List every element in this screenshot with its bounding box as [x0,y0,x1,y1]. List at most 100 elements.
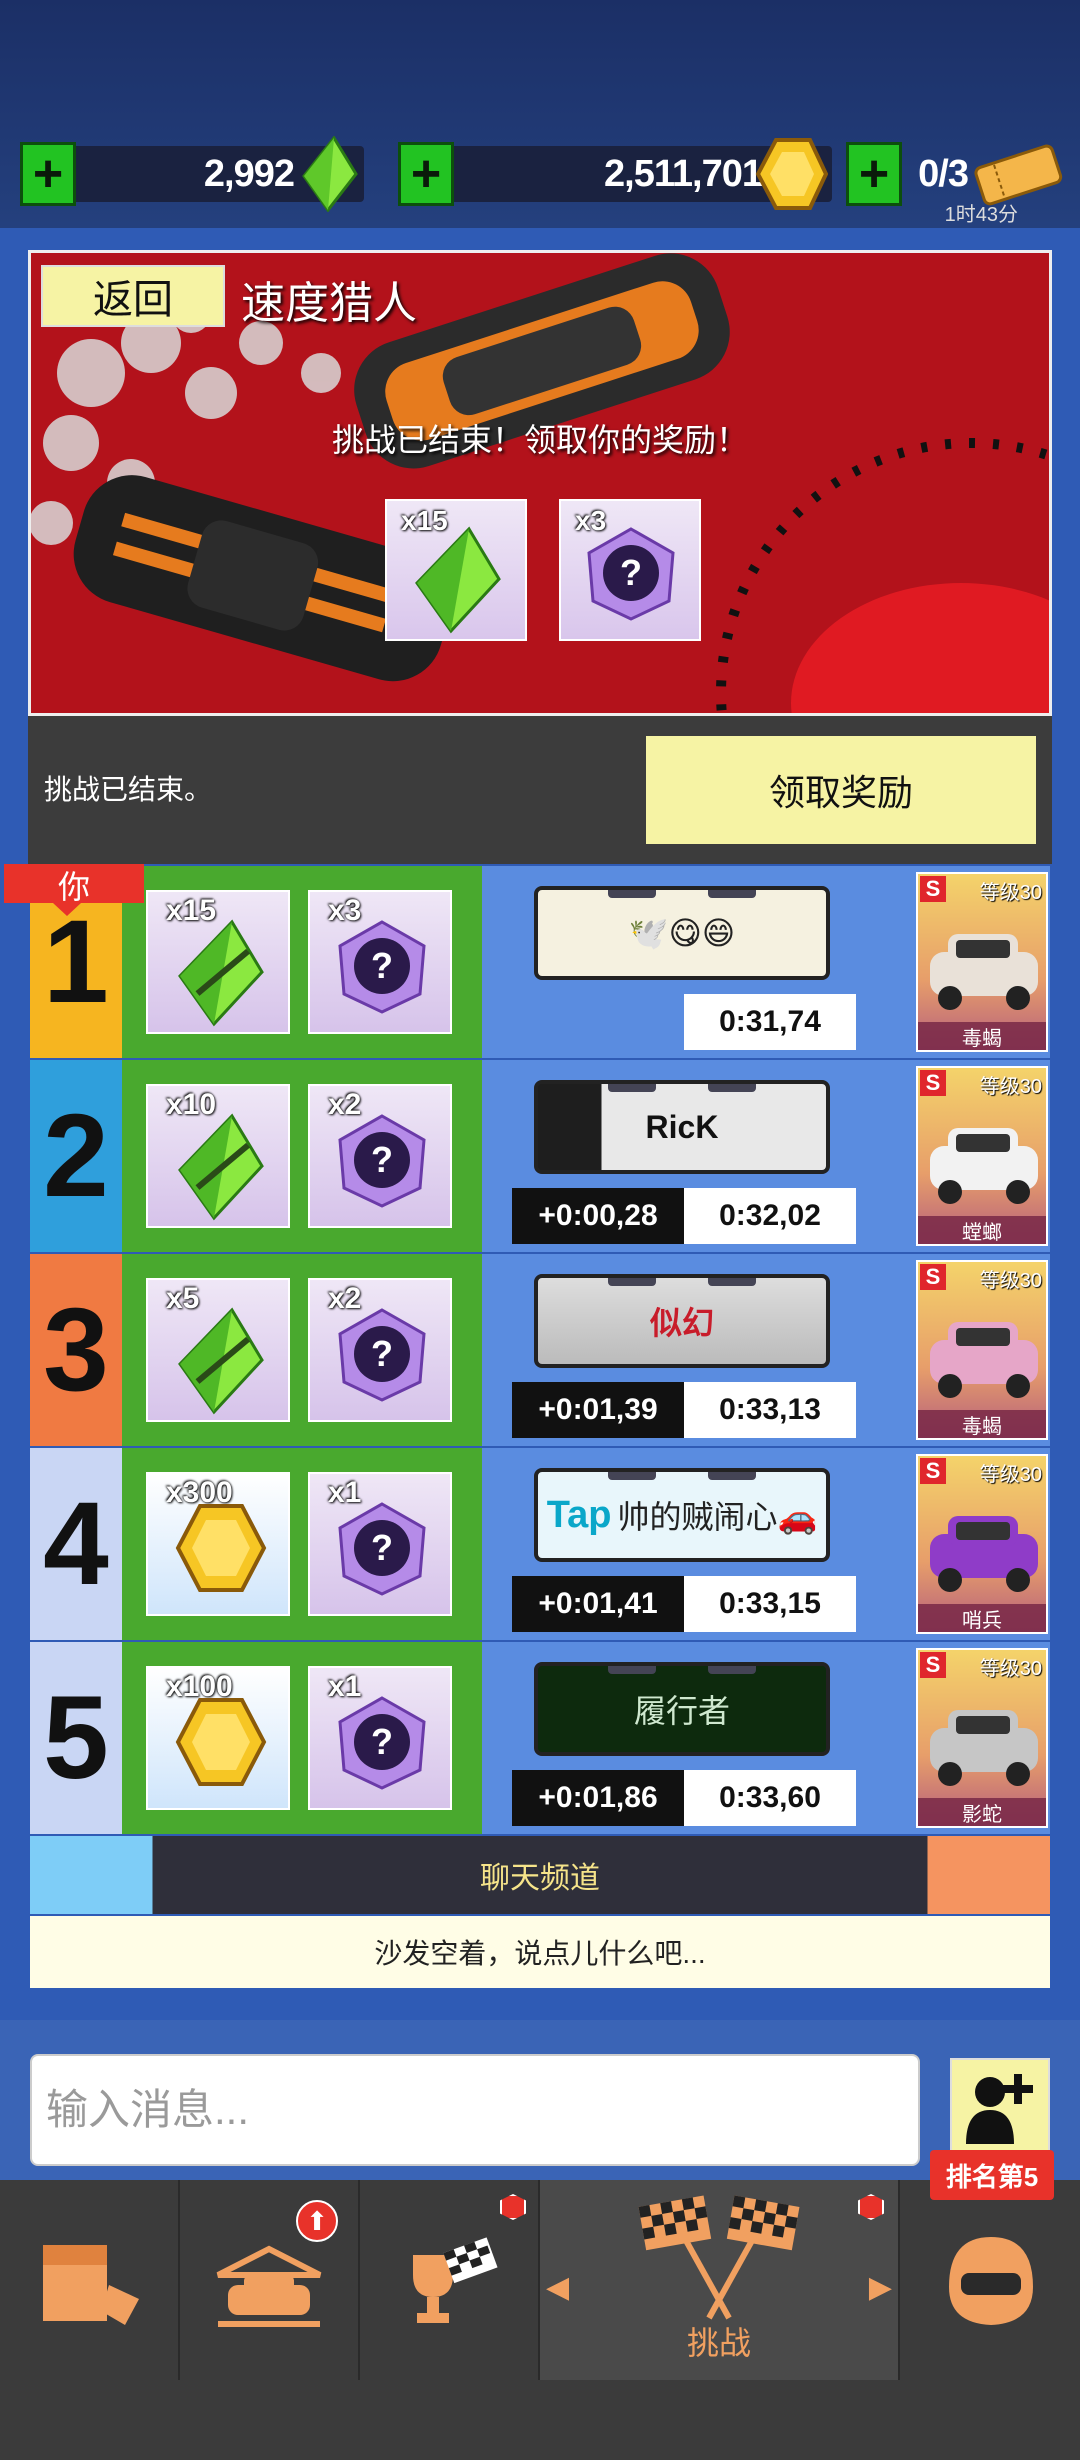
player-name: 帅的贼闹心🚗 [617,1499,818,1535]
back-button[interactable]: 返回 [41,265,225,327]
buy-tickets-button[interactable]: + [846,142,902,206]
leaderboard-row[interactable]: 5 x100 x1? 履行者 +0:01,86 0:33,60 S 等级30 影蛇 [30,1642,1050,1834]
player-nameplate: 似幻 [534,1274,830,1368]
nav-shop[interactable] [0,2180,180,2380]
player-name: 履行者 [633,1693,730,1729]
car-name: 毒蝎 [918,1022,1046,1050]
nav-challenge-label: 挑战 [686,2325,751,2361]
event-title: 速度猎人 [241,279,417,328]
gem-icon [298,135,360,217]
prev-arrow-icon[interactable]: ◀ [546,2270,569,2305]
rank-badge: 排名第5 [930,2150,1054,2200]
plate-clip [608,1084,656,1092]
race-time: 0:33,60 [684,1770,856,1826]
plate-clip [708,1666,756,1674]
rank-number: 3 [30,1254,122,1446]
event-banner: 返回 速度猎人 挑战已结束！领取你的奖励！ x15 x3 ? [28,250,1052,716]
time-gap: +0:00,28 [512,1188,684,1244]
rank-rewards: x10 x2? [122,1060,482,1252]
rank-rewards: x5 x2? [122,1254,482,1446]
car-card[interactable]: S 等级30 哨兵 [916,1454,1048,1634]
reward-card: x2? [308,1084,452,1228]
car-name: 影蛇 [918,1798,1046,1826]
car-card[interactable]: S 等级30 螳螂 [916,1066,1048,1246]
plate-clip [608,1472,656,1480]
car-image [930,1710,1038,1786]
plate-clip [608,1666,656,1674]
mystery-box-icon: ? [332,1304,432,1409]
car-class-icon: S [920,876,946,902]
car-card[interactable]: S 等级30 毒蝎 [916,872,1048,1052]
buy-gems-button[interactable]: + [20,142,76,206]
svg-text:?: ? [371,1139,393,1180]
race-time: 0:33,13 [684,1382,856,1438]
nav-cups[interactable] [360,2180,540,2380]
rank-rewards: x15 x3? [122,866,482,1058]
player-nameplate: 🕊️😋😄 [534,886,830,980]
rank-number: 2 [30,1060,122,1252]
reward-card: x1? [308,1666,452,1810]
race-time: 0:31,74 [684,994,856,1050]
svg-text:?: ? [371,1333,393,1374]
reward-card: x300 [146,1472,290,1616]
svg-text:?: ? [371,1721,393,1762]
race-time: 0:32,02 [684,1188,856,1244]
car-name: 毒蝎 [918,1410,1046,1438]
nav-car-upgrade[interactable]: ⬆ [180,2180,360,2380]
car-name: 螳螂 [918,1216,1046,1244]
trophy-flag-icon [413,2237,498,2323]
credits-icon [170,1498,270,1603]
leaderboard-row[interactable]: 2 x10 x2? RicK +0:00,28 0:32,02 S 等级30 螳螂 [30,1060,1050,1252]
reward-card: x3? [308,890,452,1034]
time-gap: +0:01,41 [512,1576,684,1632]
chat-channel-header[interactable]: 聊天频道 [30,1836,1050,1914]
helmet-icon [949,2237,1033,2325]
car-level: 等级30 [979,1464,1042,1486]
gems-value: 2,992 [203,152,295,195]
mystery-box-icon: ? [332,916,432,1021]
plate-prefix: Tap [546,1493,612,1536]
player-name: RicK [645,1108,719,1145]
claim-reward-button[interactable]: 领取奖励 [646,736,1036,844]
car-image [930,934,1038,1010]
leaderboard-row[interactable]: 3 x5 x2? 似幻 +0:01,39 0:33,13 S 等级30 毒蝎 [30,1254,1050,1446]
svg-text:?: ? [371,945,393,986]
event-footer: 挑战已结束。 领取奖励 [28,716,1052,864]
upgrade-alert-icon: ⬆ [296,2200,338,2242]
player-entry: Tap 帅的贼闹心🚗 +0:01,41 0:33,15 S 等级30 哨兵 [482,1448,1050,1640]
car-level: 等级30 [979,1270,1042,1292]
event-reward-gems: x15 [385,499,527,641]
bottom-nav: ⬆ ◀ 挑战 ▶ [0,2180,1080,2460]
leaderboard-row[interactable]: 1 x15 x3? 🕊️😋😄 0:31,74 S 等级30 毒蝎你 [4,864,1050,1058]
car-class-icon: S [920,1264,946,1290]
svg-text:?: ? [371,1527,393,1568]
credits-icon [170,1692,270,1797]
plate-clip [708,1084,756,1092]
gem-icon [407,523,507,640]
buy-credits-button[interactable]: + [398,142,454,206]
player-nameplate: 履行者 [534,1662,830,1756]
add-friend-button[interactable] [950,2058,1050,2158]
tickets-value: 0/3 [918,152,969,195]
car-image [930,1322,1038,1398]
chat-input-area: 排名第5 [0,2020,1080,2200]
player-name: 似幻 [649,1305,714,1341]
reward-card: x1? [308,1472,452,1616]
mystery-box-icon: ? [332,1692,432,1797]
nav-profile[interactable] [900,2180,1080,2380]
leaderboard-row[interactable]: 4 x300 x1? Tap 帅的贼闹心🚗 +0:01,41 0:33,15 S 等级30 哨兵 [30,1448,1050,1640]
nav-challenge[interactable]: ◀ 挑战 ▶ [540,2180,900,2380]
gem-icon [170,1110,270,1227]
gems-counter: + 2,992 [20,135,364,213]
car-card[interactable]: S 等级30 毒蝎 [916,1260,1048,1440]
player-nameplate: Tap 帅的贼闹心🚗 [534,1468,830,1562]
time-gap: +0:01,86 [512,1770,684,1826]
time-gap: +0:01,39 [512,1382,684,1438]
car-card[interactable]: S 等级30 影蛇 [916,1648,1048,1828]
svg-text:?: ? [620,552,642,593]
message-input[interactable] [30,2054,920,2166]
next-arrow-icon[interactable]: ▶ [869,2270,892,2305]
cups-alert-icon [500,2194,526,2220]
player-nameplate: RicK [534,1080,830,1174]
player-entry: 似幻 +0:01,39 0:33,13 S 等级30 毒蝎 [482,1254,1050,1446]
